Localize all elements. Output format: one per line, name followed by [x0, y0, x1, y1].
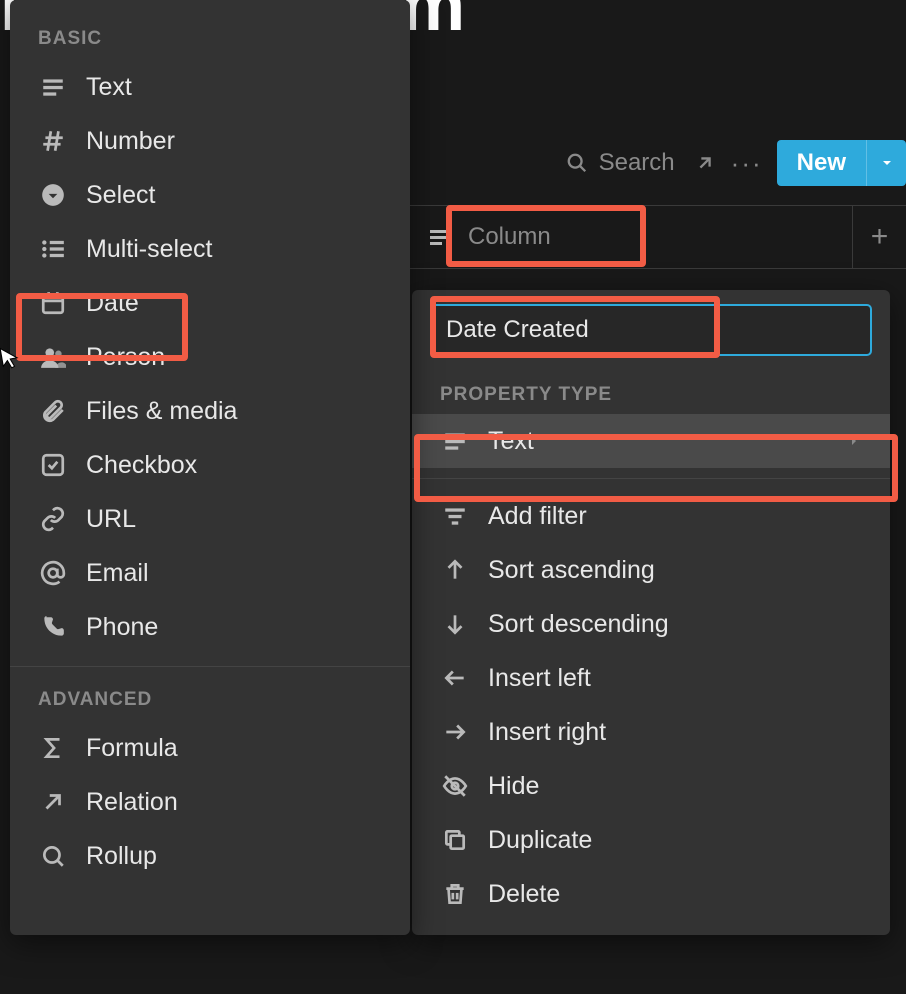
menu-label: Text: [86, 73, 132, 102]
text-lines-icon: [440, 426, 470, 456]
menu-label: Hide: [488, 772, 539, 801]
column-header-row: Column +: [410, 205, 906, 269]
menu-label: Formula: [86, 734, 178, 763]
menu-label: Delete: [488, 880, 560, 909]
checkbox-icon: [38, 450, 68, 480]
column-header-label: Column: [468, 223, 551, 251]
calendar-icon: [38, 288, 68, 318]
type-date[interactable]: Date: [10, 276, 410, 330]
menu-label: Insert left: [488, 664, 591, 693]
add-filter-action[interactable]: Add filter: [412, 489, 890, 543]
insert-left-action[interactable]: Insert left: [412, 651, 890, 705]
menu-label: Relation: [86, 788, 178, 817]
type-checkbox[interactable]: Checkbox: [10, 438, 410, 492]
text-lines-icon: [424, 222, 454, 252]
type-files[interactable]: Files & media: [10, 384, 410, 438]
rollup-icon: [38, 841, 68, 871]
menu-label: Text: [488, 427, 534, 456]
menu-label: Select: [86, 181, 155, 210]
person-icon: [38, 342, 68, 372]
menu-label: Date: [86, 289, 139, 318]
menu-label: Add filter: [488, 502, 587, 531]
property-type-panel: BASIC Text Number Select Multi-select Da…: [10, 0, 410, 935]
hide-action[interactable]: Hide: [412, 759, 890, 813]
chevron-down-icon: [879, 155, 895, 171]
new-button-group: New: [777, 140, 906, 186]
section-advanced-label: ADVANCED: [10, 679, 410, 721]
hash-icon: [38, 126, 68, 156]
type-multi-select[interactable]: Multi-select: [10, 222, 410, 276]
phone-icon: [38, 612, 68, 642]
column-config-panel: PROPERTY TYPE Text Add filter Sort ascen…: [412, 290, 890, 935]
add-column-button[interactable]: +: [852, 206, 906, 268]
column-header[interactable]: Column: [410, 214, 565, 260]
expand-icon[interactable]: [693, 151, 717, 175]
type-number[interactable]: Number: [10, 114, 410, 168]
menu-label: Duplicate: [488, 826, 592, 855]
type-person[interactable]: Person: [10, 330, 410, 384]
type-text[interactable]: Text: [10, 60, 410, 114]
type-url[interactable]: URL: [10, 492, 410, 546]
menu-label: Checkbox: [86, 451, 197, 480]
menu-label: Multi-select: [86, 235, 212, 264]
sigma-icon: [38, 733, 68, 763]
text-lines-icon: [38, 72, 68, 102]
database-toolbar: Search ··· New: [565, 140, 906, 186]
menu-label: URL: [86, 505, 136, 534]
duplicate-action[interactable]: Duplicate: [412, 813, 890, 867]
menu-label: Sort descending: [488, 610, 669, 639]
duplicate-icon: [440, 825, 470, 855]
arrow-right-icon: [440, 717, 470, 747]
menu-label: Phone: [86, 613, 158, 642]
arrow-up-right-icon: [38, 787, 68, 817]
menu-label: Email: [86, 559, 149, 588]
type-phone[interactable]: Phone: [10, 600, 410, 654]
eye-off-icon: [440, 771, 470, 801]
property-type-label: PROPERTY TYPE: [412, 370, 890, 414]
property-type-selector[interactable]: Text: [412, 414, 890, 468]
menu-divider: [10, 666, 410, 667]
arrow-down-icon: [440, 609, 470, 639]
menu-label: Insert right: [488, 718, 606, 747]
filter-icon: [440, 501, 470, 531]
search-icon: [565, 151, 589, 175]
sort-descending-action[interactable]: Sort descending: [412, 597, 890, 651]
arrow-left-icon: [440, 663, 470, 693]
type-relation[interactable]: Relation: [10, 775, 410, 829]
menu-label: Sort ascending: [488, 556, 655, 585]
chevron-right-icon: [846, 433, 862, 449]
sort-ascending-action[interactable]: Sort ascending: [412, 543, 890, 597]
trash-icon: [440, 879, 470, 909]
insert-right-action[interactable]: Insert right: [412, 705, 890, 759]
plus-icon: +: [871, 220, 889, 254]
type-select[interactable]: Select: [10, 168, 410, 222]
new-dropdown-button[interactable]: [866, 140, 906, 186]
link-icon: [38, 504, 68, 534]
type-email[interactable]: Email: [10, 546, 410, 600]
column-name-input[interactable]: [430, 304, 872, 356]
menu-label: Files & media: [86, 397, 237, 426]
new-button[interactable]: New: [777, 140, 866, 186]
type-rollup[interactable]: Rollup: [10, 829, 410, 883]
menu-divider: [412, 478, 890, 479]
list-icon: [38, 234, 68, 264]
paperclip-icon: [38, 396, 68, 426]
menu-label: Number: [86, 127, 175, 156]
search-button[interactable]: Search: [565, 149, 675, 177]
arrow-up-icon: [440, 555, 470, 585]
search-label: Search: [599, 149, 675, 177]
type-formula[interactable]: Formula: [10, 721, 410, 775]
section-basic-label: BASIC: [10, 18, 410, 60]
delete-action[interactable]: Delete: [412, 867, 890, 921]
select-icon: [38, 180, 68, 210]
menu-label: Person: [86, 343, 165, 372]
at-sign-icon: [38, 558, 68, 588]
more-icon[interactable]: ···: [735, 151, 759, 175]
menu-label: Rollup: [86, 842, 157, 871]
